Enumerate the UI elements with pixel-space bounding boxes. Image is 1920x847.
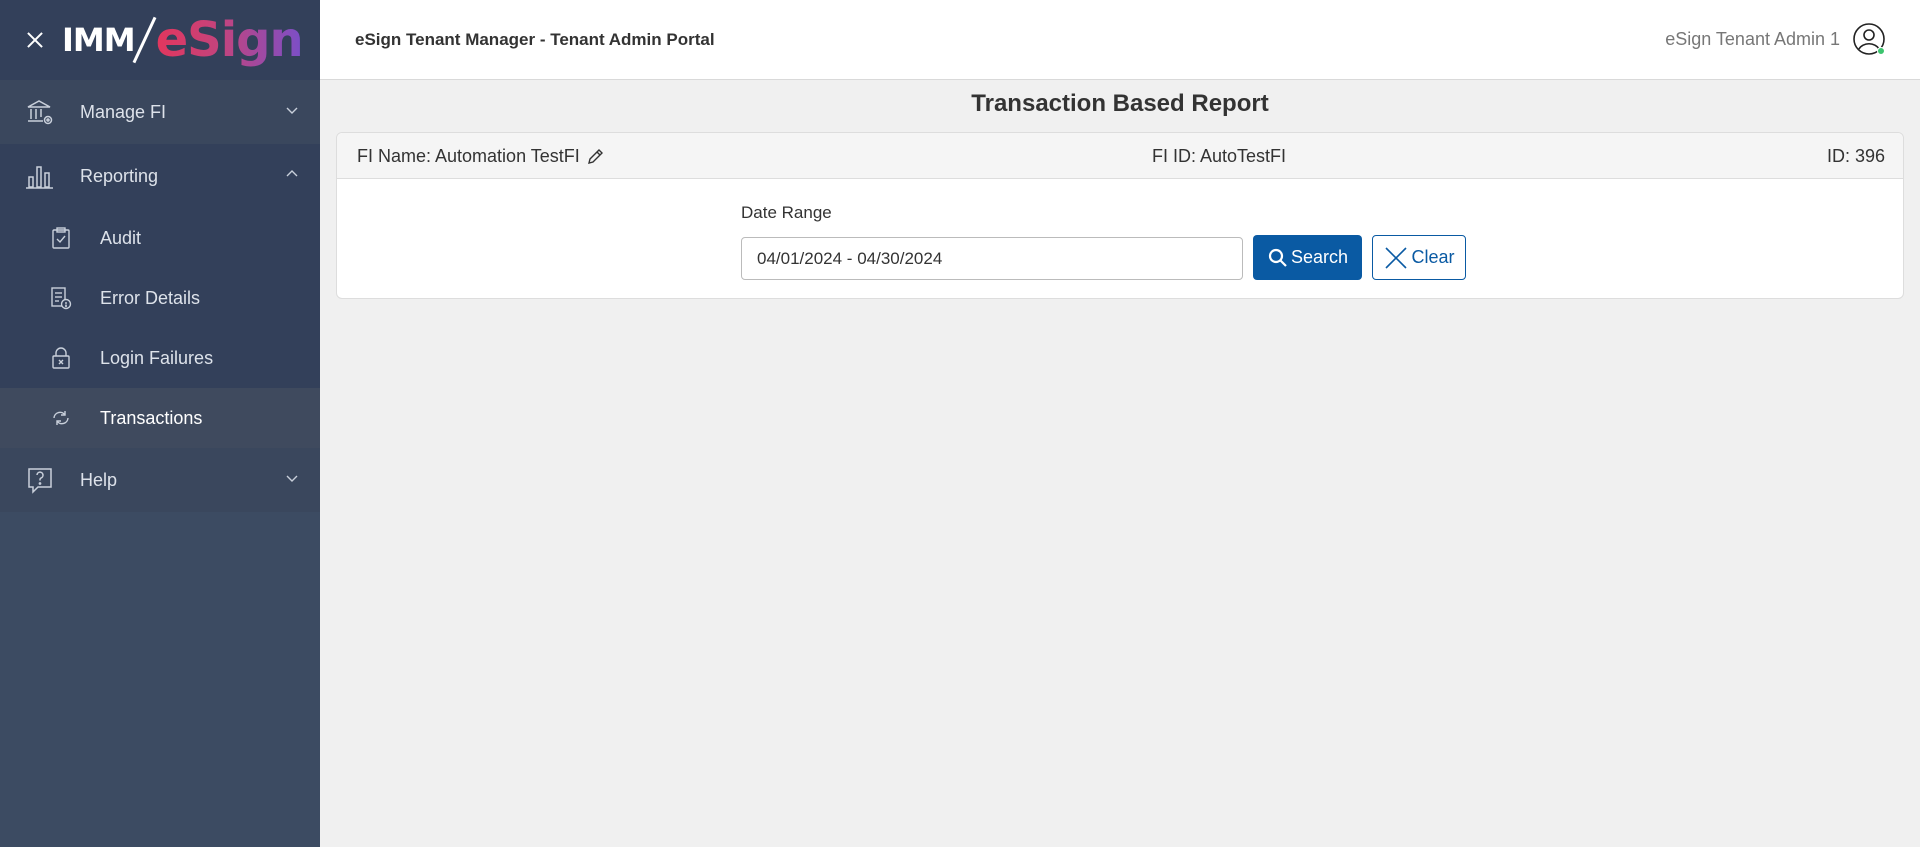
search-button[interactable]: Search (1253, 235, 1362, 280)
lock-x-icon (48, 345, 74, 371)
chevron-up-icon (286, 170, 298, 177)
fi-name: FI Name: Automation TestFI (357, 146, 604, 167)
logo: IMM eSign (62, 12, 304, 68)
refresh-cycle-icon (48, 405, 74, 431)
user-name[interactable]: eSign Tenant Admin 1 (1665, 29, 1840, 50)
sidebar-item-label: Help (80, 469, 118, 490)
fi-id: FI ID: AutoTestFI (1152, 146, 1287, 166)
date-range-input[interactable] (741, 237, 1243, 280)
online-status-dot (1877, 47, 1885, 55)
logo-esign: eSign (155, 12, 304, 68)
fi-name-text: FI Name: Automation TestFI (357, 146, 580, 166)
report-card: FI Name: Automation TestFI FI ID: AutoTe… (336, 132, 1904, 299)
user-menu[interactable]: eSign Tenant Admin 1 (1665, 22, 1886, 56)
sidebar-item-reporting[interactable]: Reporting (0, 144, 320, 208)
bar-chart-icon (24, 160, 56, 192)
sidebar-item-label: Login Failures (100, 347, 214, 368)
sidebar: IMM eSign Manage FI Reporting Audit Erro… (0, 0, 320, 847)
bank-gear-icon (24, 96, 56, 128)
pencil-edit-icon[interactable] (586, 148, 604, 166)
report-error-icon (48, 285, 74, 311)
app-title: eSign Tenant Manager - Tenant Admin Port… (355, 29, 715, 49)
sidebar-item-login-failures[interactable]: Login Failures (0, 328, 320, 388)
sidebar-item-label: Reporting (80, 165, 159, 186)
clipboard-check-icon (48, 225, 74, 251)
date-range-label: Date Range (741, 203, 832, 222)
logo-imm: IMM (62, 21, 136, 59)
sidebar-item-audit[interactable]: Audit (0, 208, 320, 268)
sidebar-item-label: Audit (100, 227, 142, 248)
sidebar-item-label: Transactions (100, 407, 203, 428)
help-bubble-icon (24, 464, 56, 496)
top-bar: eSign Tenant Manager - Tenant Admin Port… (320, 0, 1920, 80)
brand-header: IMM eSign (0, 0, 320, 80)
page-title: Transaction Based Report (971, 90, 1269, 117)
sidebar-item-help[interactable]: Help (0, 448, 320, 512)
record-id: ID: 396 (1826, 146, 1885, 166)
search-button-label: Search (1290, 247, 1349, 267)
sidebar-item-error-details[interactable]: Error Details (0, 268, 320, 328)
sidebar-item-label: Error Details (100, 287, 201, 308)
clear-button[interactable]: Clear (1372, 235, 1466, 280)
chevron-down-icon (286, 107, 298, 114)
close-icon (1385, 246, 1408, 269)
search-icon (1268, 248, 1287, 267)
card-header: FI Name: Automation TestFI FI ID: AutoTe… (337, 133, 1903, 179)
chevron-down-icon (286, 475, 298, 482)
logo-slash (132, 16, 157, 64)
avatar[interactable] (1852, 22, 1886, 56)
sidebar-item-label: Manage FI (80, 101, 167, 122)
sidebar-item-manage-fi[interactable]: Manage FI (0, 80, 320, 144)
sidebar-item-transactions[interactable]: Transactions (0, 388, 320, 448)
clear-button-label: Clear (1411, 247, 1455, 267)
close-icon[interactable] (22, 27, 48, 53)
